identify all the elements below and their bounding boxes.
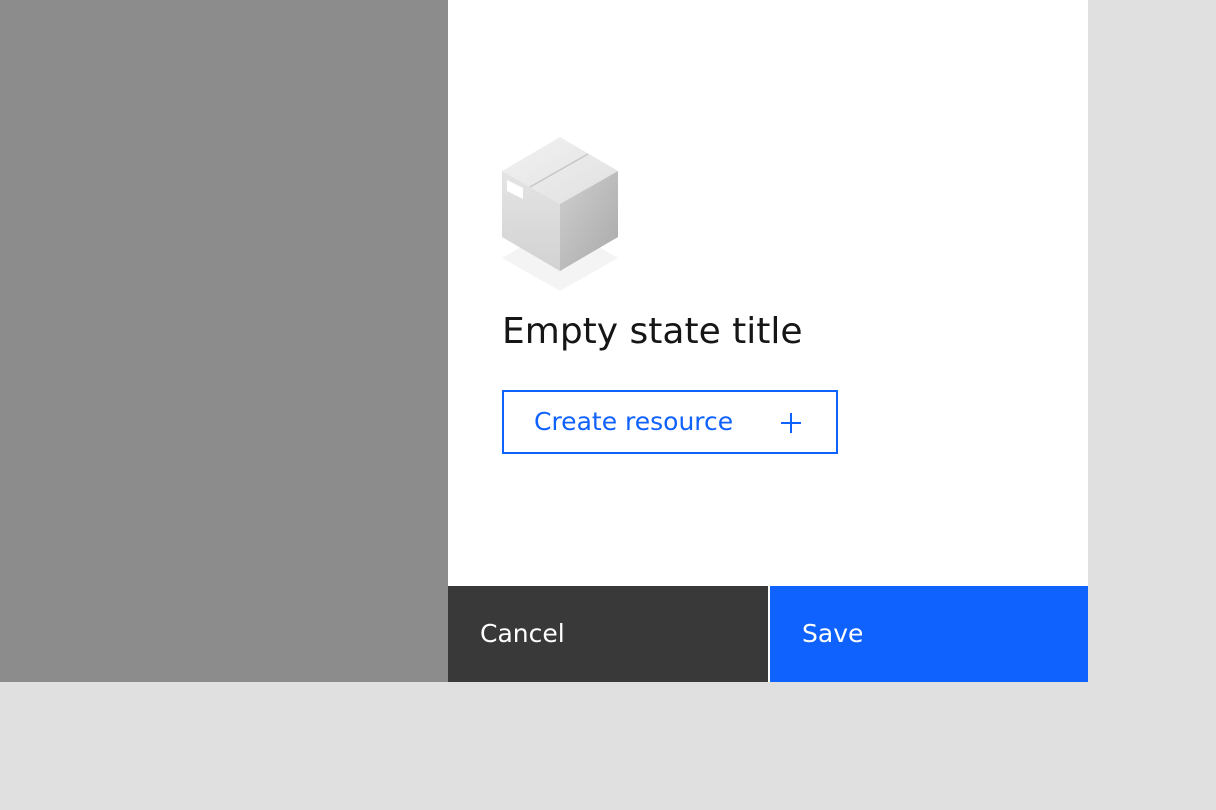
plus-icon bbox=[781, 413, 801, 433]
side-panel: Empty state title Create resource bbox=[448, 0, 1088, 682]
empty-state: Empty state title Create resource bbox=[502, 136, 838, 454]
create-resource-label: Create resource bbox=[534, 407, 734, 436]
save-button[interactable]: Save bbox=[770, 586, 1088, 682]
empty-state-title: Empty state title bbox=[502, 311, 803, 352]
cancel-button[interactable]: Cancel bbox=[448, 586, 768, 682]
save-label: Save bbox=[802, 619, 864, 648]
panel-footer: Cancel Save bbox=[448, 586, 1088, 682]
empty-box-illustration bbox=[502, 137, 618, 291]
modal-overlay[interactable] bbox=[0, 0, 448, 682]
cancel-label: Cancel bbox=[480, 619, 565, 648]
create-resource-button[interactable]: Create resource bbox=[502, 390, 838, 454]
